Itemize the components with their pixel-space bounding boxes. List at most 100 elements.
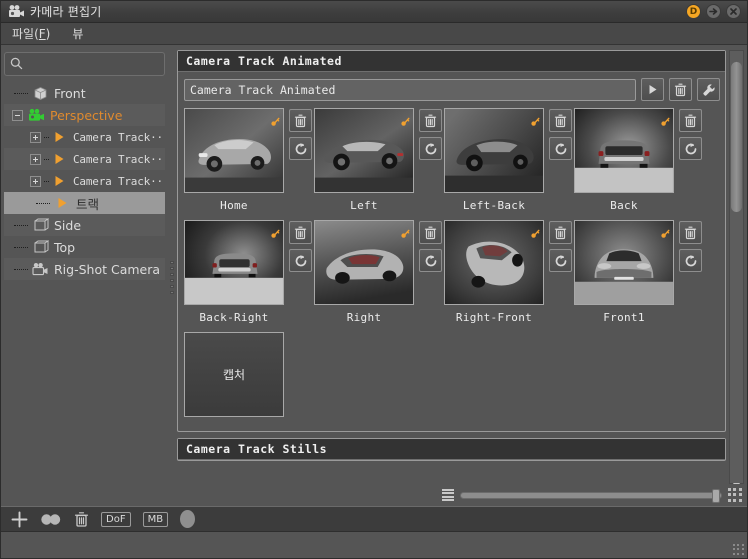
main-panel: Camera Track Animated Camera Track Anima… [177,49,747,506]
scroll-up-arrow-icon[interactable] [732,53,741,67]
delete-shot-button[interactable] [549,221,572,244]
refresh-shot-button[interactable] [549,137,572,160]
shot-cell: Left [314,108,442,212]
window-title: 카메라 편집기 [30,5,102,19]
shot-card-home[interactable]: Home [184,108,284,212]
shot-card-front1[interactable]: Front1 [574,220,674,324]
group-camera-track-animated: Camera Track Animated Camera Track Anima… [177,50,726,432]
refresh-shot-button[interactable] [419,249,442,272]
tree-item-rig-shot-camera[interactable]: Rig-Shot Camera [4,258,165,280]
tree-item-front[interactable]: Front [4,82,165,104]
tree-item-camera-track-3[interactable]: Camera Track·· [4,170,165,192]
play-triangle-icon [52,195,72,211]
stereo-button[interactable] [40,513,62,526]
motion-blur-button[interactable]: MB [142,511,169,527]
shot-label: Left-Back [462,199,526,212]
window-controls: D [686,4,743,19]
search-input[interactable] [4,52,165,76]
main-vertical-scrollbar[interactable] [729,50,744,489]
close-button[interactable] [726,4,741,19]
delete-shot-button[interactable] [679,109,702,132]
shot-card-right[interactable]: Right [314,220,414,324]
list-view-icon[interactable] [442,489,454,501]
dock-button[interactable]: D [686,4,701,19]
resize-grip-icon[interactable] [733,544,745,556]
groups-column: Camera Track Animated Camera Track Anima… [177,50,726,484]
shot-thumbnail[interactable] [444,220,544,305]
add-camera-button[interactable] [11,511,28,528]
scroll-down-arrow-icon[interactable] [732,474,741,489]
expander-plus-icon[interactable] [30,131,41,143]
thumbnail-size-slider[interactable] [460,488,722,503]
tree-item-side[interactable]: Side [4,214,165,236]
track-name-input[interactable]: Camera Track Animated [184,78,636,101]
expander-plus-icon[interactable] [30,153,41,165]
shot-thumbnail[interactable] [314,220,414,305]
expander-plus-icon[interactable] [30,175,41,187]
aperture-button[interactable] [180,510,196,528]
delete-shot-button[interactable] [419,221,442,244]
shot-actions [549,220,572,324]
shot-card-back[interactable]: Back [574,108,674,212]
tree-item-top[interactable]: Top [4,236,165,258]
title-bar: 카메라 편집기 D [1,1,747,23]
track-settings-button[interactable] [697,78,720,101]
expander-minus-icon[interactable] [12,109,23,121]
scrollbar-track[interactable] [731,60,742,474]
menu-file-base: 파일( [12,27,39,41]
detach-button[interactable] [706,4,721,19]
tree-item-perspective[interactable]: Perspective [4,104,165,126]
delete-camera-button[interactable] [74,511,89,528]
delete-shot-button[interactable] [289,221,312,244]
track-toolbar: Camera Track Animated [184,78,720,101]
sidebar-splitter[interactable] [167,49,177,506]
refresh-shot-button[interactable] [549,249,572,272]
delete-shot-button[interactable] [679,221,702,244]
keyframe-icon [401,112,410,126]
tree-item-camera-track-2[interactable]: Camera Track·· [4,148,165,170]
shot-card-right-front[interactable]: Right-Front [444,220,544,324]
refresh-shot-button[interactable] [419,137,442,160]
shot-label: Left [350,199,378,212]
shot-actions [289,108,312,212]
delete-shot-button[interactable] [289,109,312,132]
tree-item-track[interactable]: 트랙 [4,192,165,214]
keyframe-icon [661,112,670,126]
refresh-shot-button[interactable] [679,137,702,160]
refresh-shot-button[interactable] [289,249,312,272]
tree-item-camera-track-1[interactable]: Camera Track·· [4,126,165,148]
delete-shot-button[interactable] [549,109,572,132]
menu-view[interactable]: 뷰 [69,24,86,43]
shot-label: Right-Front [455,311,533,324]
grid-view-icon[interactable] [728,488,742,502]
shot-card-back-right[interactable]: Back-Right [184,220,284,324]
shot-cell: Back [574,108,702,212]
capture-button[interactable]: 캡처 [184,332,284,417]
camera-green-icon [26,107,46,123]
menu-file[interactable]: 파일(F) [9,24,53,43]
delete-track-button[interactable] [669,78,692,101]
delete-shot-button[interactable] [419,109,442,132]
dof-button[interactable]: DoF [101,511,131,527]
shot-cell: Front1 [574,220,702,324]
capture-card[interactable]: 캡처 [184,332,284,417]
slider-knob[interactable] [712,488,720,503]
bottom-toolbar: DoF MB [1,506,747,532]
shot-card-left[interactable]: Left [314,108,414,212]
cube-icon [30,85,50,101]
group-camera-track-stills: Camera Track Stills [177,438,726,461]
shot-thumbnail[interactable] [314,108,414,193]
shot-card-left-back[interactable]: Left-Back [444,108,544,212]
shot-thumbnail[interactable] [184,220,284,305]
shot-label: Back [610,199,638,212]
scrollbar-thumb[interactable] [731,62,742,212]
shot-thumbnail[interactable] [574,108,674,193]
refresh-shot-button[interactable] [289,137,312,160]
shot-thumbnail[interactable] [444,108,544,193]
refresh-shot-button[interactable] [679,249,702,272]
shot-thumbnail[interactable] [574,220,674,305]
shot-thumbnail[interactable] [184,108,284,193]
group-body: Camera Track Animated Home Left Left-Bac… [178,72,725,431]
play-track-button[interactable] [641,78,664,101]
shot-actions [679,220,702,324]
